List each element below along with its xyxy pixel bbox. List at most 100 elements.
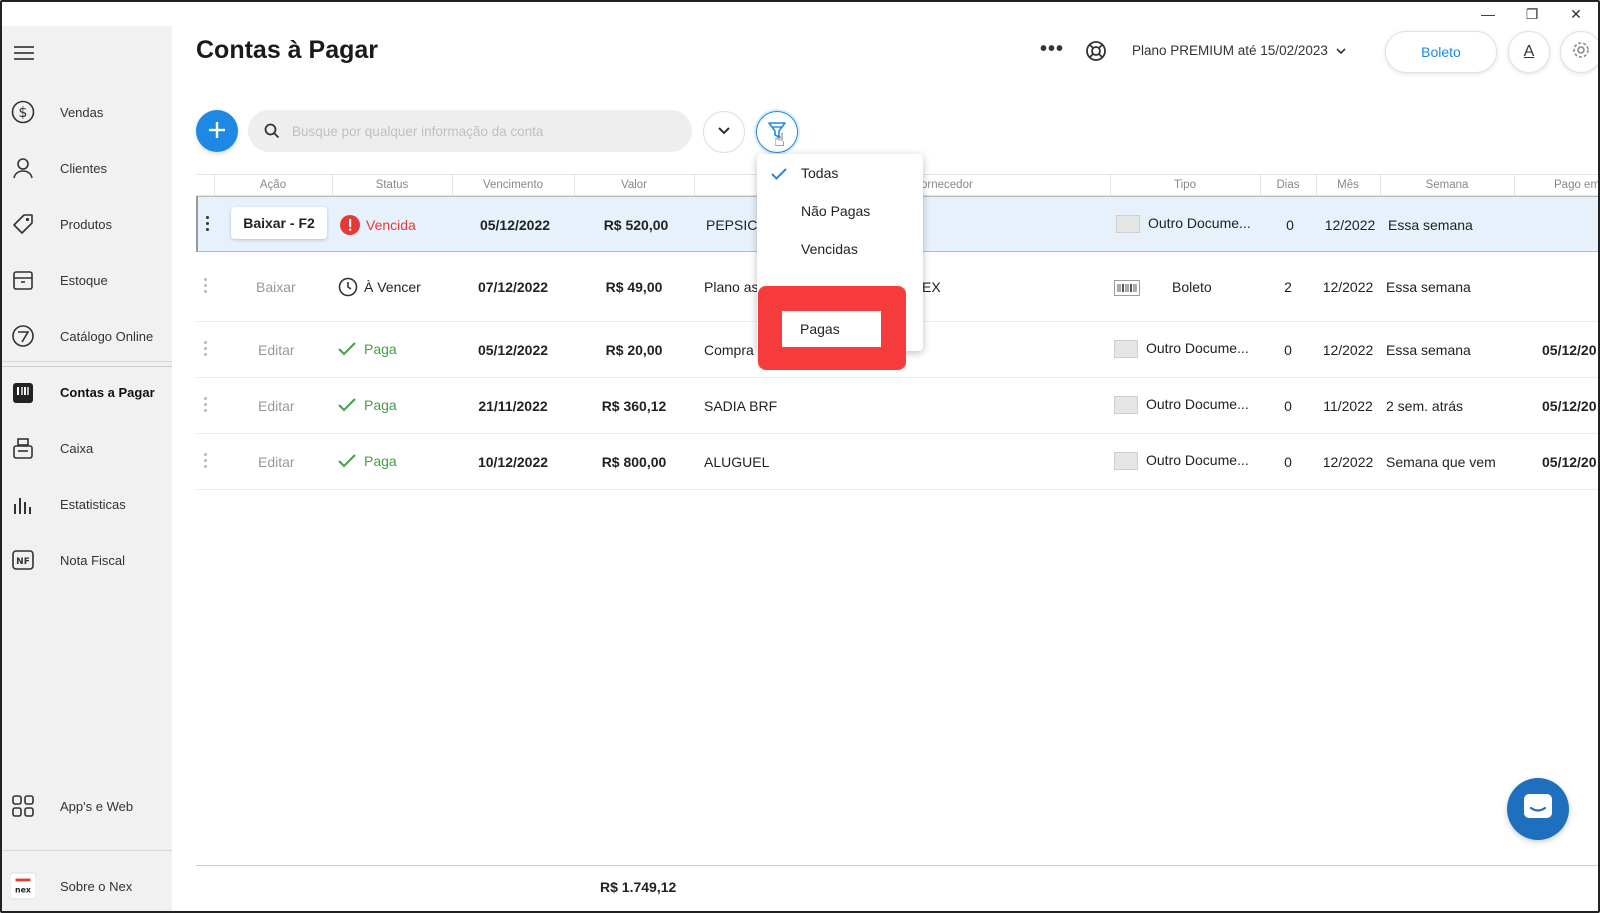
- sidebar-item-label: Nota Fiscal: [60, 552, 126, 568]
- window-controls: — ❐ ✕: [1480, 6, 1584, 23]
- days-cell: 0: [1284, 454, 1292, 470]
- type-text: Outro Docume...: [1148, 215, 1251, 231]
- column-header[interactable]: Dias: [1260, 179, 1316, 191]
- sidebar-item-vendas[interactable]: $ Vendas: [2, 86, 172, 138]
- menu-icon[interactable]: [14, 46, 34, 64]
- filter-option-todas[interactable]: Todas: [801, 165, 838, 181]
- sidebar-item-apps[interactable]: App's e Web: [2, 780, 172, 832]
- filter-option-label: Pagas: [800, 321, 840, 337]
- sidebar-divider: [2, 850, 172, 851]
- sidebar-item-sobre[interactable]: nex Sobre o Nex: [2, 860, 172, 911]
- week-cell: Essa semana: [1386, 279, 1471, 295]
- column-header[interactable]: Ação: [214, 179, 332, 191]
- sidebar-item-catalogo[interactable]: Catálogo Online: [2, 310, 172, 362]
- editar-link[interactable]: Editar: [258, 342, 295, 358]
- sidebar-item-label: Clientes: [60, 160, 107, 176]
- search-icon: [264, 123, 280, 139]
- due-date-cell: 21/11/2022: [478, 398, 548, 414]
- plan-selector[interactable]: Plano PREMIUM até 15/02/2023: [1132, 43, 1346, 58]
- table-row[interactable]: Editar Paga 21/11/2022 R$ 360,12 SADIA B…: [196, 378, 1598, 434]
- filter-option-nao-pagas[interactable]: Não Pagas: [801, 203, 870, 219]
- column-header[interactable]: Semana: [1380, 179, 1514, 191]
- catalog-icon: [10, 323, 36, 349]
- gear-icon: [1571, 40, 1591, 65]
- row-menu-icon[interactable]: [204, 341, 208, 359]
- column-header[interactable]: Valor: [574, 179, 694, 191]
- editar-link[interactable]: Editar: [258, 398, 295, 414]
- box-icon: [10, 267, 36, 293]
- tag-icon: [10, 211, 36, 237]
- paid-date-cell: 05/12/20: [1542, 342, 1597, 358]
- page-title: Contas à Pagar: [196, 36, 379, 64]
- hand-cursor-icon: ☝: [774, 130, 785, 150]
- week-cell: Essa semana: [1388, 217, 1473, 233]
- nf-icon: NF: [10, 547, 36, 573]
- due-date-cell: 05/12/2022: [479, 217, 551, 233]
- sidebar-item-estatisticas[interactable]: Estatisticas: [2, 478, 172, 530]
- chat-icon: [1522, 792, 1554, 827]
- due-date-cell: 07/12/2022: [477, 279, 549, 295]
- svg-text:NF: NF: [16, 557, 30, 567]
- check-icon: [338, 398, 356, 415]
- status-cell: À Vencer: [338, 277, 421, 300]
- value-cell: R$ 20,00: [605, 342, 663, 358]
- row-menu-icon[interactable]: [204, 397, 208, 415]
- column-header[interactable]: Fornecedor: [914, 179, 1034, 191]
- type-cell: Boleto: [1114, 279, 1212, 297]
- supplier-cell-tail: EX: [922, 279, 941, 295]
- status-cell: Paga: [338, 453, 397, 471]
- filter-option-vencidas[interactable]: Vencidas: [801, 241, 858, 257]
- sidebar-item-contas-a-pagar[interactable]: Contas a Pagar: [2, 366, 172, 418]
- sidebar-item-clientes[interactable]: Clientes: [2, 142, 172, 194]
- check-icon: [338, 454, 356, 471]
- restore-button[interactable]: ❐: [1524, 6, 1540, 23]
- sidebar-item-label: Vendas: [60, 104, 104, 120]
- column-header[interactable]: Status: [332, 179, 452, 191]
- type-text: Outro Docume...: [1146, 452, 1249, 468]
- document-icon: [1114, 452, 1138, 471]
- baixar-f2-button[interactable]: Baixar - F2: [231, 207, 327, 239]
- sidebar-item-label: Produtos: [60, 216, 113, 232]
- column-header[interactable]: Tipo: [1110, 179, 1260, 191]
- document-icon: [1116, 215, 1140, 234]
- table-row[interactable]: Editar Paga 10/12/2022 R$ 800,00 ALUGUEL…: [196, 434, 1598, 490]
- add-account-button[interactable]: [196, 110, 238, 152]
- sidebar-item-estoque[interactable]: Estoque: [2, 254, 172, 306]
- footer-divider: [196, 865, 1598, 866]
- baixar-link[interactable]: Baixar: [256, 279, 296, 295]
- highlight-box: Pagas: [758, 286, 906, 370]
- days-cell: 2: [1284, 279, 1292, 295]
- column-header[interactable]: Vencimento: [452, 179, 574, 191]
- chat-button[interactable]: [1507, 778, 1569, 840]
- status-text: À Vencer: [364, 279, 421, 296]
- svg-text:nex: nex: [15, 886, 31, 895]
- sidebar-item-produtos[interactable]: Produtos: [2, 198, 172, 250]
- expand-filters-button[interactable]: [703, 111, 745, 153]
- minimize-button[interactable]: —: [1480, 6, 1496, 23]
- dollar-icon: $: [10, 99, 36, 125]
- sidebar-item-caixa[interactable]: Caixa: [2, 422, 172, 474]
- sidebar-item-nota-fiscal[interactable]: NF Nota Fiscal: [2, 534, 172, 586]
- search-input[interactable]: [292, 123, 682, 139]
- more-options-button[interactable]: •••: [1040, 38, 1064, 61]
- due-date-cell: 10/12/2022: [477, 454, 549, 470]
- row-menu-icon[interactable]: [204, 453, 208, 471]
- close-button[interactable]: ✕: [1568, 6, 1584, 23]
- days-cell: 0: [1286, 217, 1294, 233]
- supplier-cell: Plano as: [704, 279, 759, 295]
- column-header[interactable]: Pago em: [1514, 179, 1598, 191]
- sidebar-item-label: Estoque: [60, 272, 108, 288]
- filter-option-pagas[interactable]: Pagas: [782, 311, 881, 347]
- type-cell: Outro Docume...: [1114, 452, 1249, 471]
- search-bar: [248, 110, 692, 152]
- boleto-button[interactable]: Boleto: [1385, 31, 1497, 73]
- week-cell: 2 sem. atrás: [1386, 398, 1464, 414]
- column-header[interactable]: Mês: [1316, 179, 1380, 191]
- editar-link[interactable]: Editar: [258, 454, 295, 470]
- row-menu-icon[interactable]: [206, 216, 210, 234]
- settings-button[interactable]: [1560, 31, 1598, 73]
- help-icon[interactable]: [1085, 40, 1107, 62]
- week-cell: Essa semana: [1386, 342, 1471, 358]
- row-menu-icon[interactable]: [204, 278, 208, 296]
- font-size-button[interactable]: A: [1508, 31, 1550, 73]
